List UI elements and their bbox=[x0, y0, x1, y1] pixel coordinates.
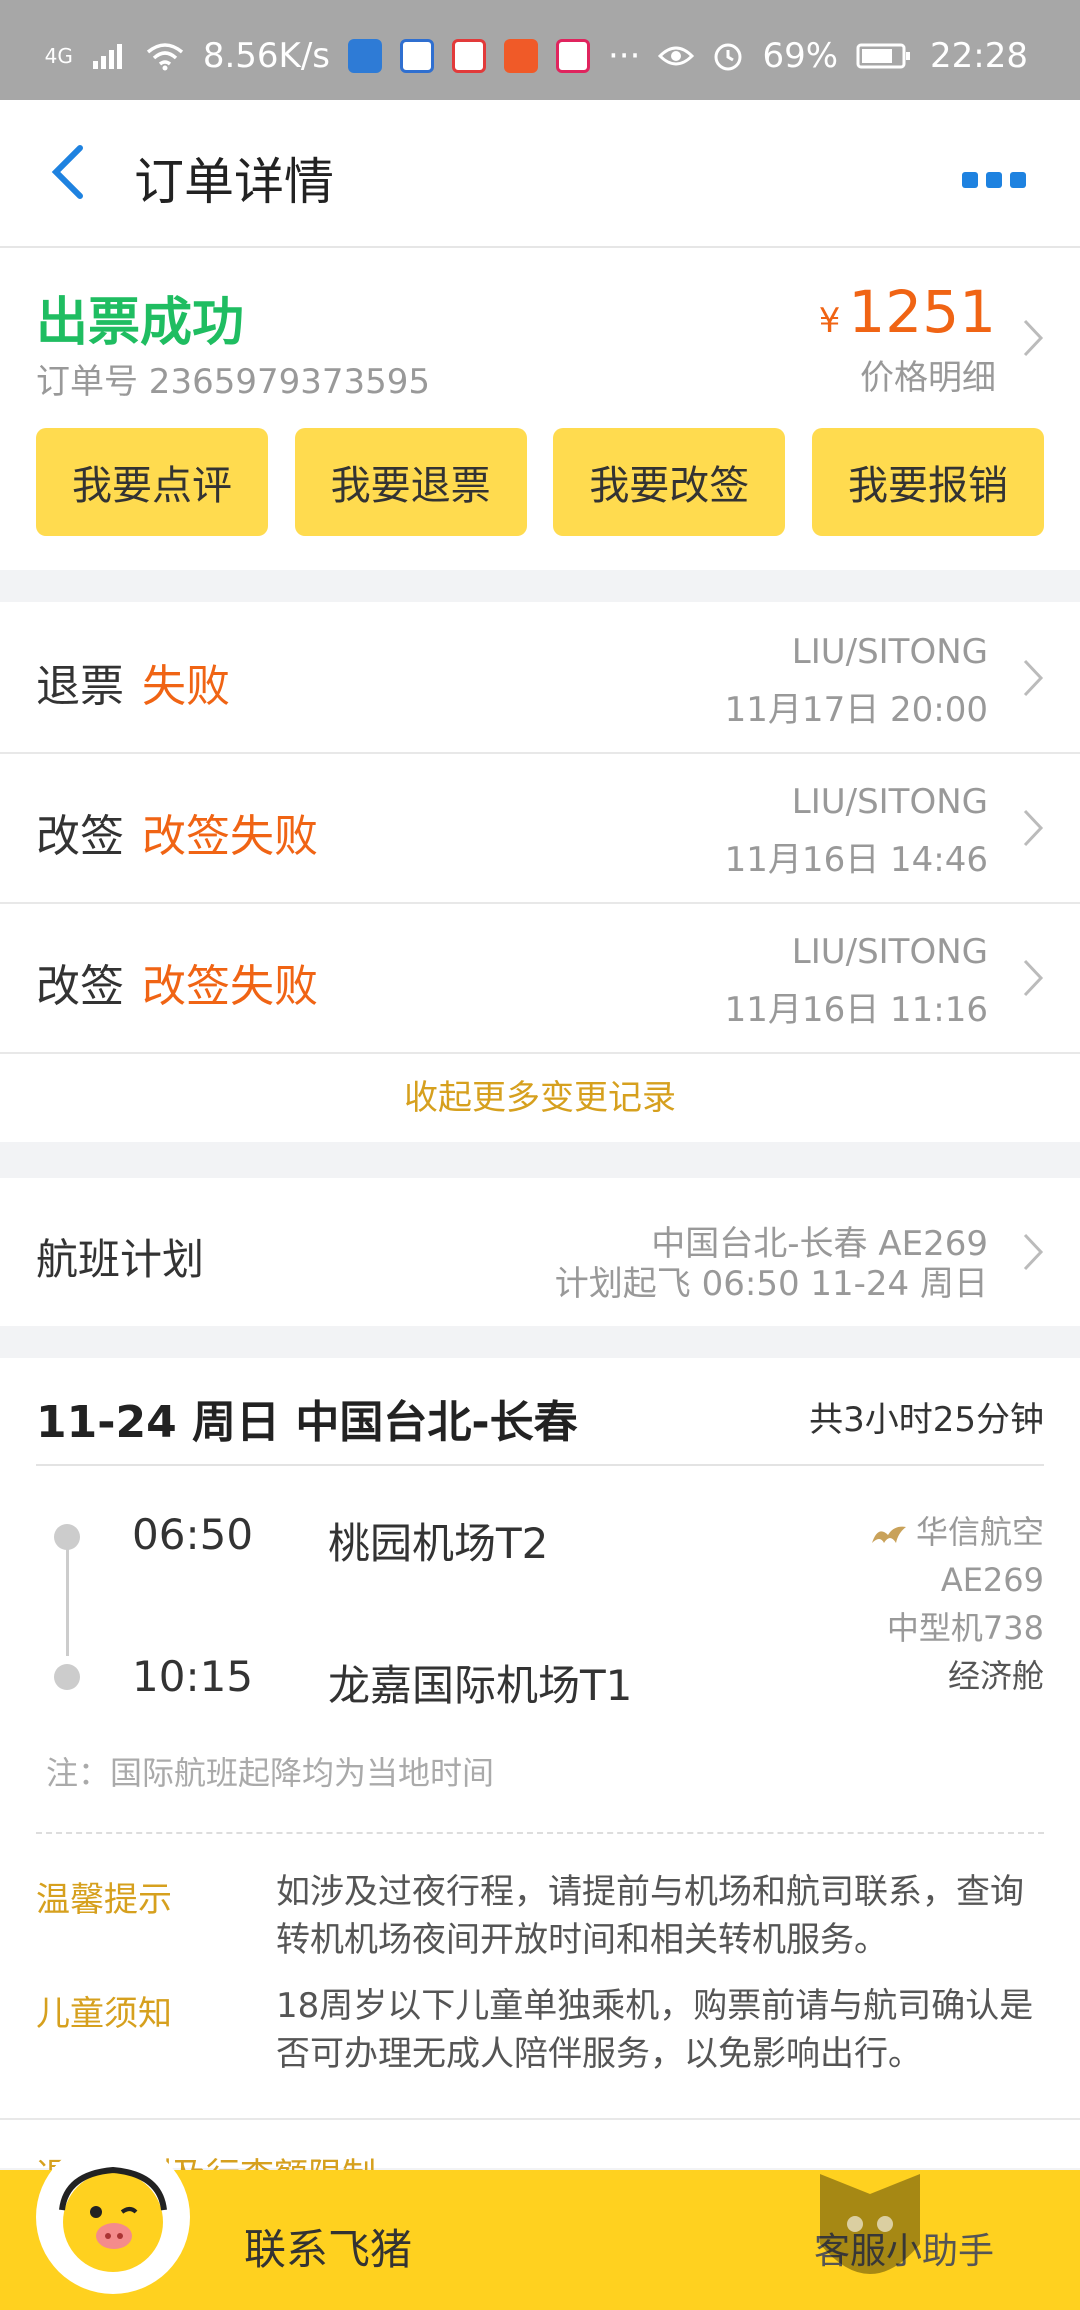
airline-info: 华信航空 AE269 中型机738 经济舱 bbox=[870, 1508, 1044, 1700]
order-number: 订单号 2365979373595 bbox=[36, 362, 431, 402]
record-result: 改签失败 bbox=[142, 811, 318, 862]
status-bar: 4G 8.56K/s ··· 69% 22:28 bbox=[0, 0, 1080, 100]
record-time: 11月16日 11:16 bbox=[724, 990, 988, 1030]
timeline-line bbox=[66, 1538, 69, 1656]
record-type: 改签 bbox=[36, 811, 124, 862]
record-result: 失败 bbox=[142, 661, 230, 712]
flight-plan-label: 航班计划 bbox=[36, 1235, 205, 1284]
chevron-right-icon[interactable] bbox=[1022, 318, 1044, 358]
alarm-icon bbox=[714, 43, 742, 71]
passenger-name: LIU/SITONG bbox=[791, 932, 988, 972]
reimburse-button[interactable]: 我要报销 bbox=[811, 428, 1044, 536]
tip-text: 如涉及过夜行程，请提前与机场和航司联系，查询转机机场夜间开放时间和相关转机服务。 bbox=[276, 1872, 1024, 1960]
chevron-left-icon[interactable] bbox=[44, 142, 96, 202]
divider bbox=[36, 1464, 1044, 1466]
wifi-icon bbox=[146, 43, 183, 71]
network-label: 4G bbox=[44, 44, 73, 68]
arrival-time: 10:15 bbox=[132, 1652, 254, 1701]
blackcat-watermark-icon bbox=[820, 2174, 920, 2274]
price-amount: 1251 bbox=[848, 278, 996, 346]
app-notification-icon bbox=[504, 39, 538, 73]
airline-name: 华信航空 bbox=[915, 1513, 1044, 1551]
passenger-name: LIU/SITONG bbox=[791, 782, 988, 822]
refund-button[interactable]: 我要退票 bbox=[294, 428, 527, 536]
app-notification-icon bbox=[452, 39, 486, 73]
clock: 22:28 bbox=[930, 36, 1028, 76]
price-detail-link[interactable]: 价格明细 bbox=[860, 350, 996, 399]
tip-label: 儿童须知 bbox=[36, 1994, 172, 2034]
signal-icon bbox=[92, 44, 122, 69]
app-notification-icon bbox=[556, 39, 590, 73]
contact-fliggy-button[interactable]: 联系飞猪 bbox=[244, 2216, 412, 2277]
record-row[interactable]: 改签 改签失败 LIU/SITONG 11月16日 14:46 bbox=[0, 752, 1080, 904]
price[interactable]: ¥1251 bbox=[819, 278, 996, 346]
bottom-bar: 联系飞猪 客服小助手 bbox=[0, 2140, 1080, 2310]
order-summary: 出票成功 订单号 2365979373595 ¥1251 价格明细 我要点评 我… bbox=[0, 248, 1080, 570]
record-row[interactable]: 退票 失败 LIU/SITONG 11月17日 20:00 bbox=[0, 602, 1080, 754]
change-button[interactable]: 我要改签 bbox=[553, 428, 786, 536]
net-speed: 8.56K/s bbox=[202, 36, 330, 76]
nav-bar: 订单详情 bbox=[0, 100, 1080, 248]
tip-text: 18周岁以下儿童单独乘机，购票前请与航司确认是否可办理无成人陪伴服务，以免影响出… bbox=[276, 1986, 1034, 2074]
departure-time: 06:50 bbox=[132, 1510, 254, 1559]
record-type: 退票 bbox=[36, 661, 124, 712]
record-row[interactable]: 改签 改签失败 LIU/SITONG 11月16日 11:16 bbox=[0, 902, 1080, 1054]
change-records: 退票 失败 LIU/SITONG 11月17日 20:00 改签 改签失败 LIU/… bbox=[0, 602, 1080, 1142]
arrival-airport: 龙嘉国际机场T1 bbox=[328, 1661, 633, 1710]
tip-label: 温馨提示 bbox=[36, 1880, 172, 1920]
eye-icon bbox=[658, 46, 695, 66]
app-notification-icon bbox=[348, 39, 382, 73]
flight-header: 11-24 周日 中国台北-长春 bbox=[36, 1397, 578, 1448]
chevron-right-icon bbox=[1023, 1233, 1044, 1271]
record-type: 改签 bbox=[36, 961, 124, 1012]
action-buttons: 我要点评 我要退票 我要改签 我要报销 bbox=[36, 428, 1044, 536]
departure-airport: 桃园机场T2 bbox=[328, 1519, 549, 1568]
battery-percent: 69% bbox=[762, 36, 839, 76]
divider bbox=[0, 2118, 1080, 2120]
review-button[interactable]: 我要点评 bbox=[36, 428, 268, 536]
more-icon[interactable] bbox=[962, 172, 1026, 188]
chevron-right-icon bbox=[1023, 659, 1044, 697]
collapse-records-link[interactable]: 收起更多变更记录 bbox=[0, 1054, 1080, 1142]
flight-detail: 11-24 周日 中国台北-长春 共3小时25分钟 06:50 桃园机场T2 1… bbox=[0, 1358, 1080, 2196]
airline-logo-icon bbox=[871, 1526, 906, 1543]
flight-schedule: 计划起飞 06:50 11-24 周日 bbox=[554, 1264, 988, 1304]
record-time: 11月17日 20:00 bbox=[724, 690, 988, 730]
arrival-dot bbox=[54, 1664, 80, 1690]
cabin-class: 经济舱 bbox=[947, 1657, 1044, 1695]
local-time-note: 注：国际航班起降均为当地时间 bbox=[46, 1754, 495, 1792]
app-notification-icon bbox=[400, 39, 434, 73]
flight-number: AE269 bbox=[940, 1561, 1044, 1599]
chevron-right-icon bbox=[1023, 959, 1044, 997]
passenger-name: LIU/SITONG bbox=[791, 632, 988, 672]
dashed-divider bbox=[36, 1832, 1044, 1834]
aircraft-type: 中型机738 bbox=[886, 1609, 1044, 1647]
fliggy-mascot-icon[interactable] bbox=[36, 2140, 190, 2294]
flight-plan-row[interactable]: 航班计划 中国台北-长春 AE269 计划起飞 06:50 11-24 周日 bbox=[0, 1178, 1080, 1326]
record-time: 11月16日 14:46 bbox=[724, 840, 988, 880]
currency-symbol: ¥ bbox=[818, 301, 841, 341]
record-result: 改签失败 bbox=[142, 961, 318, 1012]
flight-duration: 共3小时25分钟 bbox=[809, 1400, 1044, 1440]
chevron-right-icon bbox=[1023, 809, 1044, 847]
ticket-status: 出票成功 bbox=[36, 293, 245, 353]
more-notifications: ··· bbox=[608, 36, 641, 76]
battery-icon bbox=[856, 43, 911, 69]
page-title: 订单详情 bbox=[134, 153, 334, 211]
